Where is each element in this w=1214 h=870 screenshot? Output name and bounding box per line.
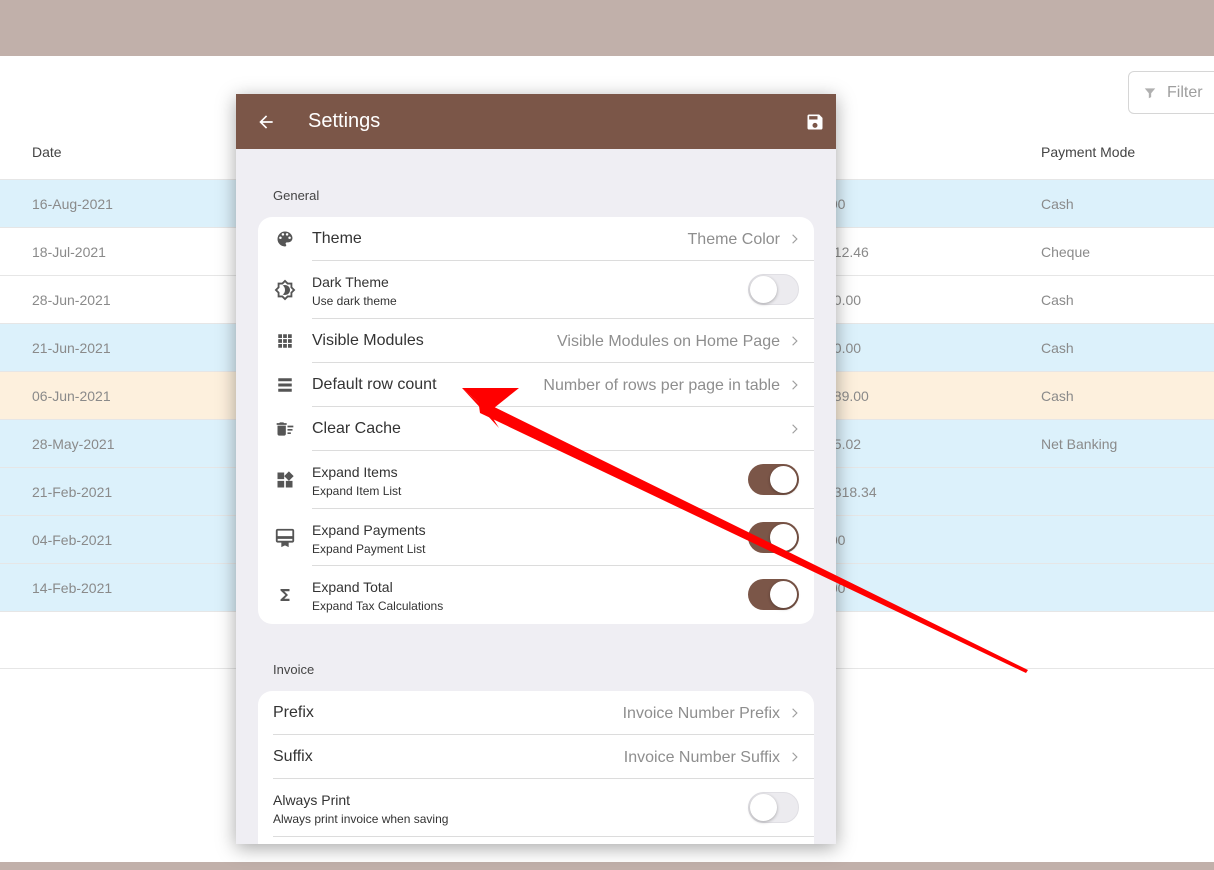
section-general-label: General [273,188,320,203]
setting-label: Prefix [273,704,314,721]
grid-icon [274,330,296,352]
toggle-knob [770,581,797,608]
toggle-knob [750,276,777,303]
cell-date: 21-Jun-2021 [32,340,111,356]
section-invoice-label: Invoice [273,662,315,677]
rows-icon [274,374,296,396]
setting-sublabel: Expand Tax Calculations [312,599,444,613]
cell-date: 06-Jun-2021 [32,388,111,404]
setting-sublabel: Use dark theme [312,294,397,308]
column-date[interactable]: Date [32,144,62,160]
toggle-knob [750,794,777,821]
save-icon [807,114,823,130]
setting-theme[interactable]: Theme Theme Color [258,217,814,261]
cell-date: 28-May-2021 [32,436,115,452]
setting-value: Invoice Number Suffix [623,749,780,766]
back-button[interactable] [252,108,280,136]
cell-date: 28-Jun-2021 [32,292,111,308]
cell-mode: Cash [1041,388,1074,404]
setting-suffix[interactable]: Suffix Invoice Number Suffix [258,735,814,779]
payment-icon [274,527,296,549]
save-button[interactable] [802,109,828,135]
setting-sublabel: Expand Payment List [312,542,426,556]
delete-sweep-icon [274,418,296,440]
cell-date: 16-Aug-2021 [32,196,113,212]
dark-theme-toggle[interactable] [748,274,799,305]
cell-date: 14-Feb-2021 [32,580,113,596]
setting-expand-payments[interactable]: Expand Payments Expand Payment List [258,509,814,566]
always-print-toggle[interactable] [748,792,799,823]
cell-mode: Net Banking [1041,436,1118,452]
setting-value: Theme Color [687,231,780,248]
arrow-back-icon [259,115,273,129]
setting-clear-cache[interactable]: Clear Cache [258,407,814,451]
setting-value: Visible Modules on Home Page [557,333,780,350]
setting-label: Always Print [273,792,351,808]
expand-payments-toggle[interactable] [748,522,799,553]
setting-value: Invoice Number Prefix [622,705,780,722]
settings-header: Settings [236,94,836,149]
app-bottom-bar [0,862,1214,870]
divider [273,836,814,837]
setting-default-row-count[interactable]: Default row count Number of rows per pag… [258,363,814,407]
invoice-card: Prefix Invoice Number Prefix Suffix Invo… [258,691,814,844]
sigma-icon [274,584,296,606]
setting-label: Suffix [273,748,313,765]
setting-expand-items[interactable]: Expand Items Expand Item List [258,451,814,509]
chevron-right-icon [792,752,798,762]
setting-expand-total[interactable]: Expand Total Expand Tax Calculations [258,566,814,624]
filter-input[interactable]: Filter [1128,71,1214,114]
chevron-right-icon [792,234,798,244]
cell-mode: Cash [1041,340,1074,356]
setting-visible-modules[interactable]: Visible Modules Visible Modules on Home … [258,319,814,363]
setting-label: Expand Total [312,579,393,595]
settings-dialog: Settings General Theme Theme Color Dark … [236,94,836,844]
setting-value: Number of rows per page in table [543,377,780,394]
brightness-icon [274,279,296,301]
chevron-right-icon [792,380,798,390]
app-top-bar [0,0,1214,56]
chevron-right-icon [792,336,798,346]
setting-label: Default row count [312,376,437,393]
chevron-right-icon [792,708,798,718]
expand-total-toggle[interactable] [748,579,799,610]
general-card: Theme Theme Color Dark Theme Use dark th… [258,217,814,624]
filter-icon [1144,87,1156,98]
setting-label: Clear Cache [312,420,401,437]
setting-prefix[interactable]: Prefix Invoice Number Prefix [258,691,814,735]
chevron-right-icon [792,424,798,434]
filter-label: Filter [1167,83,1203,101]
setting-sublabel: Always print invoice when saving [273,812,449,826]
palette-icon [274,228,296,250]
cell-date: 04-Feb-2021 [32,532,113,548]
setting-label: Dark Theme [312,274,389,290]
cell-date: 21-Feb-2021 [32,484,113,500]
setting-label: Visible Modules [312,332,424,349]
widgets-icon [274,469,296,491]
setting-dark-theme[interactable]: Dark Theme Use dark theme [258,261,814,319]
cell-date: 18-Jul-2021 [32,244,106,260]
setting-label: Expand Items [312,464,398,480]
toggle-knob [770,524,797,551]
column-payment-mode[interactable]: Payment Mode [1041,144,1135,160]
expand-items-toggle[interactable] [748,464,799,495]
toggle-knob [770,466,797,493]
cell-mode: Cash [1041,196,1074,212]
setting-sublabel: Expand Item List [312,484,402,498]
cell-mode: Cash [1041,292,1074,308]
setting-always-print[interactable]: Always Print Always print invoice when s… [258,779,814,837]
page-title: Settings [308,110,381,132]
setting-label: Theme [312,230,362,247]
setting-label: Expand Payments [312,522,426,538]
cell-mode: Cheque [1041,244,1091,260]
